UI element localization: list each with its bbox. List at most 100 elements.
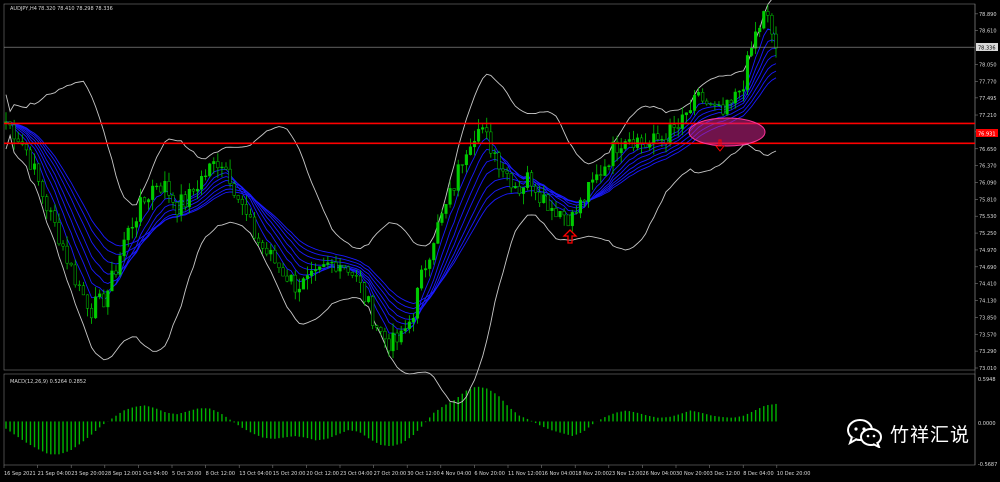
time-tick-label: 30 Oct 12:00 [407,471,440,477]
candle-body [383,330,387,340]
candle-body [623,141,627,149]
candle-body [248,214,252,218]
candle-body [220,166,224,169]
candle-body [159,185,163,193]
time-tick-label: 3 Dec 12:00 [710,471,740,477]
price-tick-label: 74.970 [979,248,997,254]
macd-subwindow-frame [3,373,976,466]
candle-body [436,222,440,244]
candle-body [517,186,521,194]
candle-body [558,211,562,218]
candle-body [126,227,130,241]
highlight-ellipse[interactable] [688,117,766,147]
candle-body [301,278,305,290]
price-chart[interactable]: AUDJPY,H4 78.320 78.410 78.298 78.336 MA… [0,0,1000,482]
candle-body [468,146,472,155]
candle-body [591,179,595,183]
price-tick-label: 75.530 [979,214,997,220]
candle-body [24,144,28,151]
candle-body [570,212,574,227]
candle-body [208,163,212,177]
candle-body [509,173,513,189]
candle-body [562,211,566,216]
candle-body [151,185,155,200]
candle-body [656,133,660,140]
candle-body [534,185,538,193]
candle-body [12,124,16,140]
candle-body [758,27,762,33]
candle-body [191,189,195,192]
candle-body [338,265,342,272]
candle-body [73,264,77,286]
price-tick-label: 75.810 [979,197,997,203]
candle-body [85,294,90,309]
candle-body [460,164,464,166]
candle-body [175,202,179,216]
candle-body [236,195,240,200]
candle-body [98,293,102,298]
candle-body [554,208,558,218]
time-tick-label: 18 Nov 20:00 [575,471,609,477]
candle-body [428,259,432,269]
candle-body [415,287,420,319]
candle-body [354,275,358,277]
candle-body [94,296,98,319]
candle-body [387,338,391,352]
time-tick-label: 8 Dec 04:00 [743,471,773,477]
candle-body [770,15,774,35]
candle-body [619,148,623,154]
candle-body [697,92,701,96]
candle-body [147,199,151,203]
candle-body [305,275,310,279]
candle-body [407,321,411,329]
price-tick-label: 78.610 [979,29,997,35]
candle-body [212,161,216,165]
candle-body [163,181,167,193]
candle-body [582,199,587,202]
time-tick-label: 27 Oct 20:00 [374,471,407,477]
price-tick-label: 73.010 [979,366,997,372]
candle-body [648,143,652,148]
bollinger-bands [5,0,777,404]
symbol-header: AUDJPY,H4 [10,6,37,12]
candle-body [774,33,778,49]
candle-body [692,94,697,111]
candle-body [578,199,582,214]
candle-body [672,124,676,128]
candle-body [452,188,456,191]
watermark: 竹祥汇说 [846,418,970,448]
candle-body [611,141,615,167]
candle-body [277,262,281,269]
candle-body [228,168,232,184]
candle-body [244,204,248,215]
candle-body [741,89,745,92]
candle-body [627,139,631,142]
candle-body [566,214,570,227]
candle-body [289,274,293,282]
price-tick-label: 74.410 [979,282,997,288]
candle-body [102,293,106,308]
price-tick-label: 77.210 [979,113,997,119]
current-price-label: 78.336 [978,46,996,52]
candle-body [362,282,367,303]
time-tick-label: 23 Nov 12:00 [609,471,643,477]
candle-body [183,194,187,208]
candle-body [530,172,534,187]
price-tick-label: 77.495 [979,96,997,102]
candle-body [187,189,191,208]
candle-body [538,192,542,203]
candlesticks [4,4,778,359]
candle-body [285,275,289,282]
price-tick-label: 75.250 [979,231,997,237]
macd-header: MACD(12,26,9) 0.5264 0.2852 [10,379,86,385]
price-tick-label: 76.370 [979,164,997,170]
candle-body [684,112,688,116]
macd-scale-zero: 0.0000 [978,421,996,427]
candle-body [395,332,399,343]
watermark-text: 竹祥汇说 [889,423,970,446]
up-arrow-icon[interactable] [562,229,578,244]
candle-body [204,175,208,177]
candle-body [391,332,395,352]
wechat-icon [846,419,882,448]
candle-body [440,213,444,223]
